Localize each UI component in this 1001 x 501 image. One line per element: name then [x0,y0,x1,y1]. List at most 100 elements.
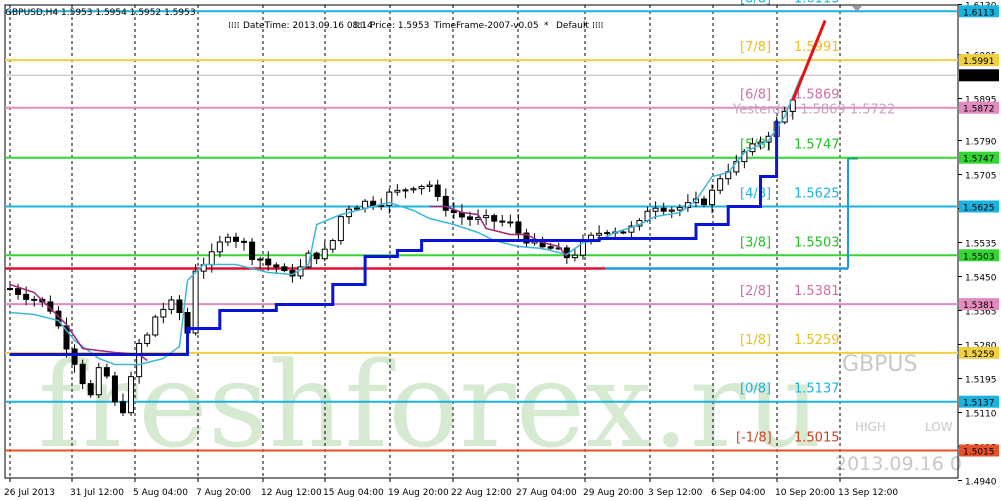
murrey-level-value: 1.5015 [794,431,840,446]
candle-body [499,220,506,223]
candle-body [370,200,377,206]
axis-price-badge-text: 1.5747 [963,155,995,165]
x-tick-label: 15 Aug 04:00 [323,488,384,498]
candle-body [660,207,667,212]
candle-body [354,207,361,210]
axis-price-badge-text: 1.5381 [963,301,995,311]
candle-body [620,231,627,234]
candle-body [426,184,433,187]
candle-body [95,367,102,396]
x-tick-label: 3 Sep 12:00 [648,488,703,498]
x-tick-label: 12 Aug 12:00 [261,488,322,498]
murrey-level-value: 1.6113 [794,0,840,6]
x-tick-label: 13 Sep 12:00 [838,488,898,498]
candle-body [224,236,231,243]
candle-body [208,251,215,266]
candle-body [241,240,248,243]
candle-body [152,316,159,336]
info-sep-2: ⁞⁞⁞⁞ [354,21,365,31]
candle-body [418,185,425,190]
candle-body [571,254,578,259]
candle-body [192,270,199,334]
candle-body [466,216,473,220]
axis-price-badge-text: 1.5015 [963,448,995,458]
candle-body [491,215,498,222]
candle-body [273,264,280,268]
murrey-level-value: 1.5259 [794,333,840,348]
x-tick-label: 5 Aug 04:00 [133,488,188,498]
x-tick-label: 22 Aug 12:00 [451,488,512,498]
x-tick-label: 31 Jul 12:00 [70,488,124,498]
info-mode: Default [556,21,589,31]
y-tick-label: 1.4940 [965,478,997,488]
info-asterisk: * [544,21,549,31]
watermark-ticker: GBPUS [842,352,917,377]
blue-step-line [10,120,779,356]
watermark-text: freshforex.ru [38,336,822,474]
candle-body [136,342,143,378]
murrey-level-label: [6/8] [740,88,771,103]
y-tick-label: 1.5110 [965,410,997,420]
yesterday-label: Yesterday 1.5869 1.5722 [732,103,895,118]
murrey-level-value: 1.5381 [794,284,840,299]
candle-body [717,178,724,191]
candle-body [232,236,239,242]
murrey-level-value: 1.5747 [794,138,840,153]
murrey-level-label: [2/8] [740,284,771,299]
candle-body [249,241,256,260]
info-sep-1: ⁞⁞⁞⁞ [228,21,239,31]
candle-body [604,232,611,235]
candle-body [265,258,272,266]
candle-body [111,375,118,403]
x-tick-label: 29 Aug 20:00 [583,488,644,498]
candle-body [103,367,110,377]
chart-header: GBPUSD,H4 1.5953 1.5954 1.5952 1.5953 [5,8,196,18]
candle-body [701,198,708,206]
x-tick-label: 27 Aug 04:00 [516,488,577,498]
candle-body [79,363,86,385]
y-tick-label: 1.5705 [965,172,997,182]
x-tick-label: 6 Sep 04:00 [711,488,766,498]
axis-price-badge-text: 1.5953 [963,72,995,82]
axis-price-badge-text: 1.5503 [963,252,995,262]
candle-body [652,207,659,212]
candle-body [394,189,401,193]
axis-price-badge-text: 1.6113 [963,8,995,18]
axis-price-badge-text: 1.5625 [963,204,995,214]
candle-body [547,246,554,249]
murrey-level-label: [8/8] [740,0,771,6]
candle-body [410,188,417,191]
candle-body [434,184,441,197]
axis-price-badge-text: 1.5991 [963,57,995,67]
candle-body [216,241,223,253]
candle-body [281,266,288,272]
candle-body [168,299,175,310]
candle-body [87,383,94,396]
candle-body [321,248,328,260]
watermark-high: HIGH [855,420,886,434]
axis-price-badge-text: 1.5259 [963,350,995,360]
candle-body [128,376,135,414]
candle-body [483,215,490,219]
axis-price-badge-text: 1.5137 [963,399,995,409]
cyan-trail-line [9,76,802,366]
candle-body [329,240,336,250]
info-sep-3: ⁞⁞⁞⁞ [592,21,603,31]
candle-body [119,401,126,414]
x-tick-label: 19 Aug 20:00 [388,488,449,498]
murrey-level-label: [-1/8] [736,431,772,446]
x-tick-label: 7 Aug 20:00 [196,488,251,498]
murrey-level-value: 1.5625 [794,187,840,202]
murrey-level-value: 1.5137 [794,382,840,397]
candle-body [515,221,522,234]
candle-body [709,189,716,206]
murrey-level-label: [1/8] [740,333,771,348]
x-tick-label: 10 Sep 20:00 [775,488,835,498]
murrey-level-label: [3/8] [740,235,771,250]
candle-body [676,207,683,211]
candle-body [71,348,78,365]
axis-price-badge-text: 1.5872 [963,105,995,115]
candle-body [7,288,13,290]
murrey-level-label: [4/8] [740,187,771,202]
candle-body [402,189,409,192]
